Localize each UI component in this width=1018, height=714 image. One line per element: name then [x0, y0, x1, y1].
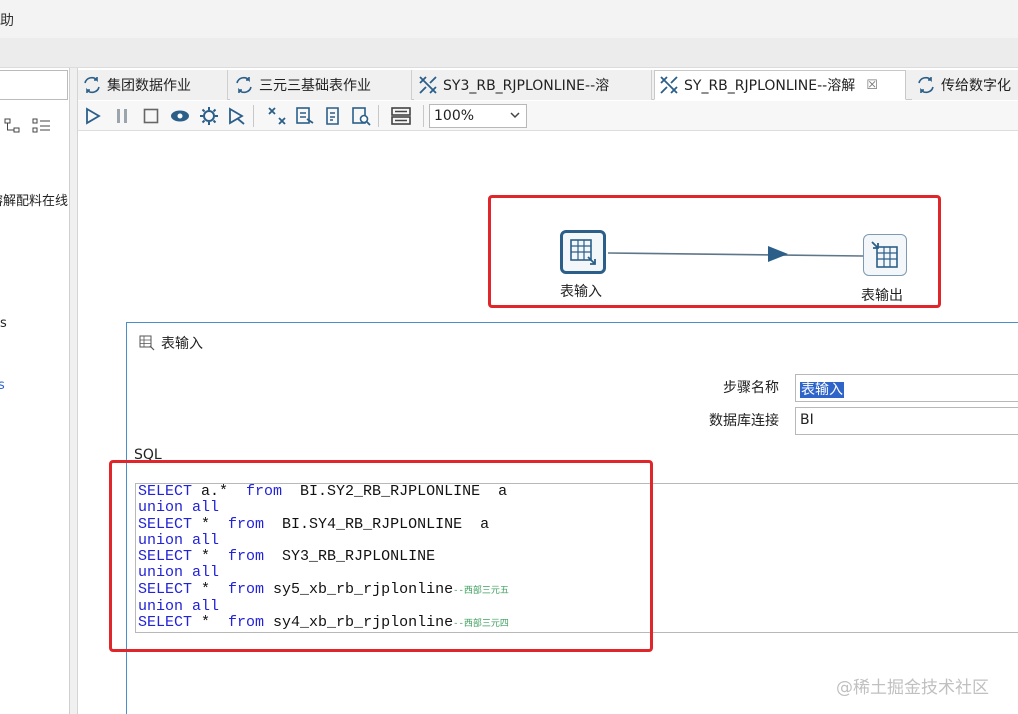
- impact-icon[interactable]: [294, 105, 316, 127]
- step-name-field[interactable]: 表输入: [795, 374, 1018, 402]
- preview-icon[interactable]: [169, 105, 191, 127]
- tree-item-label[interactable]: 溶解配料在线: [0, 190, 68, 209]
- step-label: 表输入: [560, 284, 602, 300]
- zoom-select[interactable]: 100%: [429, 104, 527, 128]
- transformation-icon: [419, 76, 437, 94]
- db-connection-label: 数据库连接: [709, 413, 779, 429]
- canvas-toolbar: 100%: [78, 101, 1018, 131]
- editor-tab-bar: 集团数据作业 三元三基础表作业 SY3_RB_RJPLONLINE--溶 SY_…: [78, 70, 1018, 100]
- dialog-title-text: 表输入: [161, 336, 203, 352]
- job-icon: [918, 76, 934, 94]
- tab-sy-transformation-active[interactable]: SY_RB_RJPLONLINE--溶解 ☒: [654, 70, 906, 100]
- tab-label: 传给数字化: [941, 78, 1011, 94]
- table-output-icon: [871, 241, 898, 268]
- debug-icon[interactable]: [198, 105, 220, 127]
- table-input-icon: [139, 335, 155, 351]
- table-input-icon: [570, 239, 596, 265]
- job-icon: [84, 76, 100, 94]
- step-name-value: 表输入: [800, 382, 844, 398]
- left-panel: 溶解配料在线 s s: [0, 68, 70, 714]
- tree-item-label[interactable]: s: [0, 316, 7, 331]
- highlight-box-sql: [109, 460, 653, 652]
- tree-hierarchy-icon[interactable]: [4, 118, 22, 138]
- panel-splitter[interactable]: [70, 68, 78, 714]
- step-label: 表输出: [861, 288, 903, 304]
- db-connection-value: BI: [800, 412, 814, 428]
- left-search-input[interactable]: [0, 70, 68, 100]
- main-toolbar: [0, 38, 1018, 68]
- tree-list-icon[interactable]: [32, 118, 52, 138]
- tab-digital-transfer[interactable]: 传给数字化: [912, 70, 1018, 100]
- pause-icon[interactable]: [111, 105, 133, 127]
- db-connection-select[interactable]: BI: [795, 407, 1018, 435]
- transformation-icon: [660, 76, 678, 94]
- verify-icon[interactable]: [266, 105, 288, 127]
- job-icon: [236, 76, 252, 94]
- stop-icon[interactable]: [140, 105, 162, 127]
- zoom-value: 100%: [434, 108, 475, 124]
- run-icon[interactable]: [82, 105, 104, 127]
- tab-basic-table-job[interactable]: 三元三基础表作业: [230, 70, 412, 100]
- menu-help[interactable]: 助: [0, 10, 14, 30]
- sql-script-icon[interactable]: [322, 105, 344, 127]
- tab-sy3-transformation[interactable]: SY3_RB_RJPLONLINE--溶: [414, 70, 652, 100]
- explore-db-icon[interactable]: [350, 105, 372, 127]
- menu-bar: 助: [0, 0, 1018, 38]
- watermark: @稀土掘金技术社区: [836, 678, 989, 698]
- close-icon[interactable]: ☒: [866, 78, 878, 93]
- step-name-label: 步骤名称: [723, 380, 779, 396]
- chevron-down-icon: [509, 109, 521, 125]
- tab-label: SY3_RB_RJPLONLINE--溶: [443, 78, 610, 94]
- tab-group-data-job[interactable]: 集团数据作业: [78, 70, 228, 100]
- tab-label: 三元三基础表作业: [259, 78, 371, 94]
- replay-icon[interactable]: [226, 105, 248, 127]
- table-output-step[interactable]: [863, 234, 907, 276]
- table-input-step[interactable]: [560, 230, 606, 274]
- tab-label: 集团数据作业: [107, 78, 191, 94]
- tree-item-label[interactable]: s: [0, 378, 5, 393]
- left-panel-tools: [4, 118, 52, 138]
- tab-label: SY_RB_RJPLONLINE--溶解: [684, 78, 856, 94]
- dialog-title: 表输入: [139, 333, 203, 353]
- layout-icon[interactable]: [390, 105, 412, 127]
